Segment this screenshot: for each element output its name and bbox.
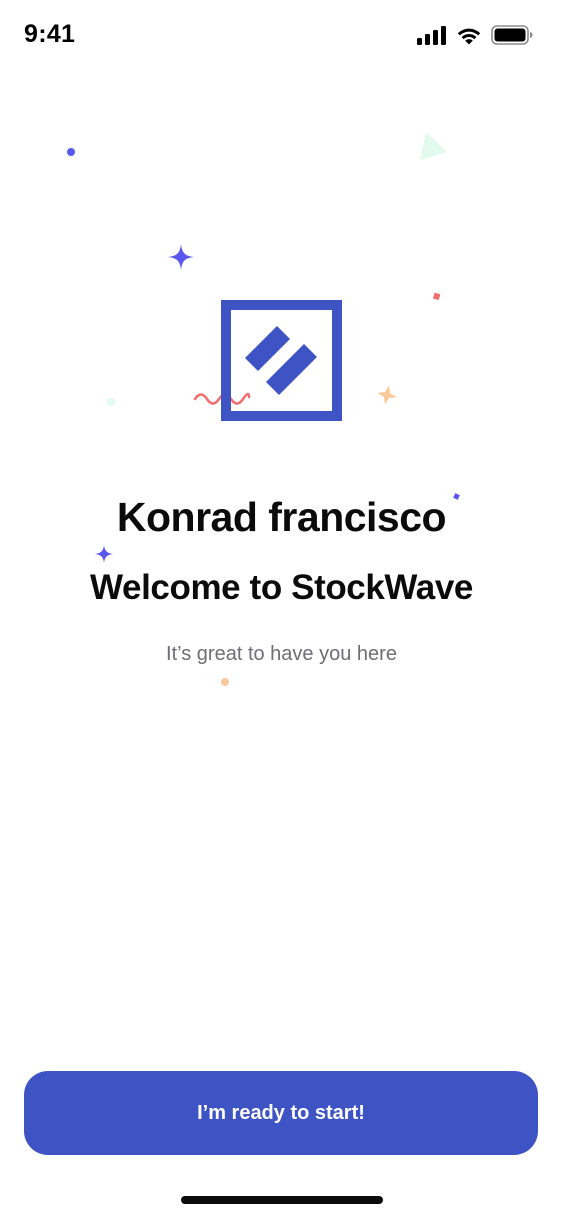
confetti-star-icon bbox=[377, 385, 397, 405]
confetti-dot-icon bbox=[67, 148, 75, 156]
battery-icon bbox=[491, 25, 533, 45]
ready-to-start-button[interactable]: I’m ready to start! bbox=[24, 1071, 538, 1155]
stockwave-logo-icon bbox=[221, 300, 342, 421]
home-indicator[interactable] bbox=[181, 1196, 383, 1204]
wifi-icon bbox=[457, 28, 481, 44]
confetti-dot-faint-icon bbox=[107, 398, 115, 406]
sparkle-small-icon bbox=[95, 545, 113, 563]
status-time: 9:41 bbox=[24, 20, 76, 48]
welcome-title: Welcome to StockWave bbox=[90, 568, 473, 607]
sparkle-icon bbox=[168, 244, 194, 270]
confetti-orange-dot-icon bbox=[221, 678, 229, 686]
status-icons bbox=[417, 25, 533, 45]
confetti-triangle-icon bbox=[420, 132, 447, 160]
user-name: Konrad francisco bbox=[116, 494, 447, 540]
status-bar: 9:41 bbox=[0, 0, 563, 72]
cellular-signal-icon bbox=[417, 25, 446, 45]
confetti-square-icon bbox=[432, 292, 441, 301]
welcome-subtitle: It’s great to have you here bbox=[166, 643, 397, 665]
